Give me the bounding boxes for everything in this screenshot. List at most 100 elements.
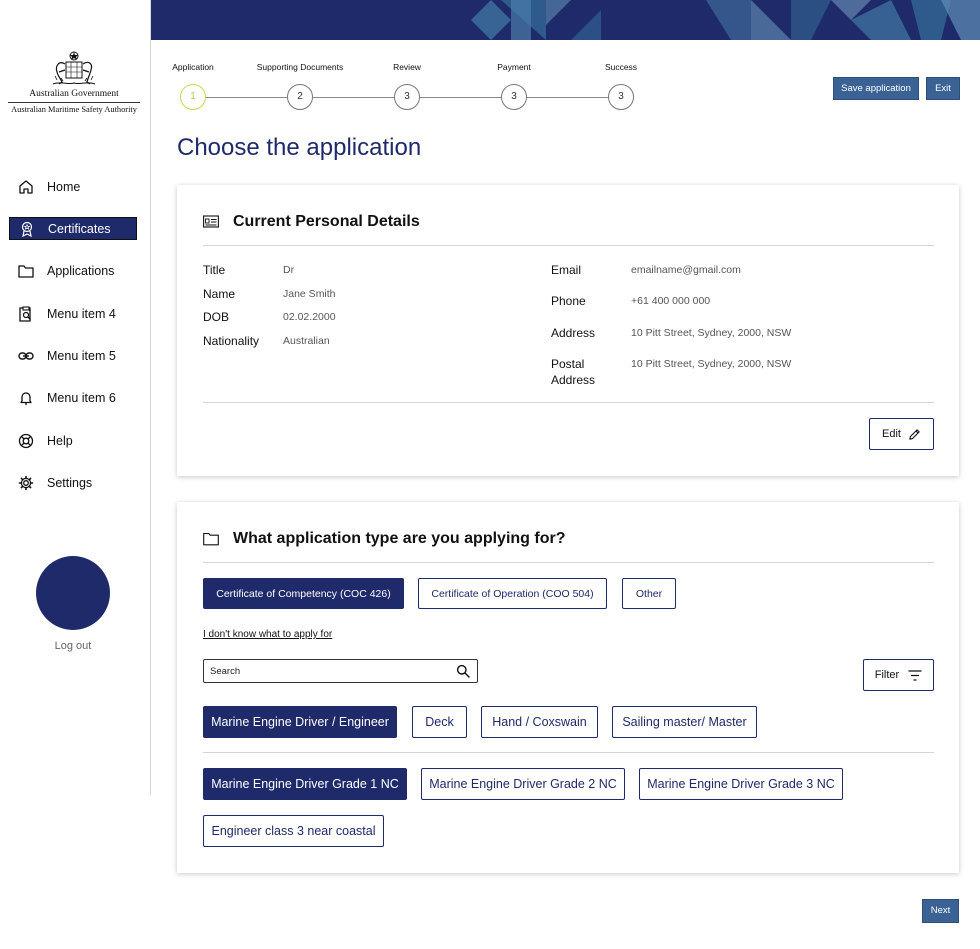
application-type-card: What application type are you applying f…: [177, 502, 959, 873]
coat-of-arms-icon: [52, 51, 96, 85]
sidebar-item-applications[interactable]: Applications: [9, 260, 137, 283]
category-sailing-master[interactable]: Sailing master/ Master: [612, 706, 757, 738]
sidebar-item-certificates[interactable]: Certificates: [9, 217, 137, 241]
sidebar-item-label: Home: [47, 179, 81, 194]
search-icon[interactable]: [456, 664, 470, 678]
logo-government-text: Australian Government: [29, 89, 119, 99]
grade-3-nc[interactable]: Marine Engine Driver Grade 3 NC: [639, 768, 843, 800]
folder-icon: [17, 262, 35, 280]
edit-button-label: Edit: [882, 428, 901, 440]
header-banner: [151, 0, 980, 40]
pencil-icon: [909, 428, 920, 440]
sidebar-item-help[interactable]: Help: [9, 429, 137, 452]
step-label: Review: [393, 62, 421, 72]
title-value: Dr: [283, 264, 295, 276]
step-number: 3: [501, 84, 527, 110]
sidebar-item-label: Applications: [47, 264, 115, 279]
sidebar-item-menu-4[interactable]: Menu item 4: [9, 302, 137, 325]
step-number: 2: [287, 84, 313, 110]
page-title: Choose the application: [177, 134, 422, 161]
grade-1-nc[interactable]: Marine Engine Driver Grade 1 NC: [203, 768, 407, 800]
step-supporting-documents[interactable]: Supporting Documents 2: [255, 60, 345, 110]
divider: [203, 245, 934, 246]
divider: [203, 752, 934, 753]
personal-details-title: Current Personal Details: [233, 213, 420, 230]
search-input[interactable]: [204, 660, 444, 682]
home-icon: [17, 178, 35, 196]
category-hand-coxswain[interactable]: Hand / Coxswain: [481, 706, 598, 738]
help-link[interactable]: I don't know what to apply for: [203, 629, 332, 640]
address-value: 10 Pitt Street, Sydney, 2000, NSW: [631, 327, 792, 339]
email-value: emailname@gmail.com: [631, 264, 741, 276]
step-number: 1: [180, 84, 206, 110]
personal-details-header: Current Personal Details: [203, 213, 420, 231]
category-deck[interactable]: Deck: [412, 706, 467, 738]
sidebar-item-settings[interactable]: Settings: [9, 472, 137, 495]
avatar[interactable]: [36, 556, 110, 630]
search-box: [203, 659, 478, 683]
exit-button[interactable]: Exit: [926, 77, 960, 100]
clipboard-search-icon: [17, 305, 35, 323]
sidebar-item-label: Settings: [47, 476, 93, 491]
step-label: Payment: [497, 62, 531, 72]
step-payment[interactable]: Payment 3: [469, 60, 559, 110]
personal-details-card: Current Personal Details Title Dr Name J…: [177, 185, 959, 476]
sidebar-item-label: Menu item 4: [47, 306, 116, 321]
title-label: Title: [203, 263, 226, 277]
type-coo-504[interactable]: Certificate of Operation (COO 504): [418, 578, 607, 609]
divider: [203, 562, 934, 563]
filter-button-label: Filter: [874, 669, 900, 681]
postal-address-label-1: Postal: [551, 357, 585, 371]
engineer-class-3[interactable]: Engineer class 3 near coastal: [203, 815, 384, 847]
sidebar-nav: Home Certificates Applications Menu item…: [9, 175, 137, 514]
filter-button[interactable]: Filter: [863, 659, 934, 691]
grade-2-nc[interactable]: Marine Engine Driver Grade 2 NC: [421, 768, 625, 800]
postal-address-label-2: Address: [551, 373, 596, 387]
sidebar-item-label: Help: [47, 433, 73, 448]
step-label: Success: [604, 62, 638, 72]
phone-value: +61 400 000 000: [631, 295, 711, 307]
divider: [203, 402, 934, 403]
filter-icon: [908, 669, 922, 681]
certificate-icon: [18, 220, 36, 238]
phone-label: Phone: [551, 294, 586, 308]
category-marine-engine-driver[interactable]: Marine Engine Driver / Engineer: [203, 706, 397, 738]
nationality-label: Nationality: [203, 334, 260, 348]
name-value: Jane Smith: [283, 288, 336, 300]
postal-address-value: 10 Pitt Street, Sydney, 2000, NSW: [631, 358, 792, 370]
gear-icon: [17, 474, 35, 492]
step-success[interactable]: Success 3: [576, 60, 666, 110]
step-review[interactable]: Review 3: [362, 60, 452, 110]
step-label: Application: [172, 62, 214, 72]
type-coc-426[interactable]: Certificate of Competency (COC 426): [203, 578, 404, 609]
lifebuoy-icon: [17, 432, 35, 450]
link-icon: [17, 347, 35, 365]
next-button[interactable]: Next: [922, 899, 959, 923]
step-application[interactable]: Application 1: [148, 60, 238, 110]
sidebar-item-label: Certificates: [48, 221, 111, 236]
edit-button[interactable]: Edit: [869, 418, 934, 450]
dob-label: DOB: [203, 310, 230, 324]
sidebar-item-menu-6[interactable]: Menu item 6: [9, 387, 137, 410]
email-label: Email: [551, 263, 582, 277]
name-label: Name: [203, 287, 236, 301]
type-other[interactable]: Other: [622, 578, 676, 609]
save-application-button[interactable]: Save application: [833, 77, 919, 100]
application-type-title: What application type are you applying f…: [233, 530, 566, 547]
amsa-logo: Australian Government Australian Maritim…: [6, 50, 142, 114]
sidebar-item-home[interactable]: Home: [9, 175, 137, 198]
sidebar: Australian Government Australian Maritim…: [0, 0, 151, 795]
progress-stepper: Application 1 Supporting Documents 2 Rev…: [165, 60, 665, 120]
bell-icon: [17, 389, 35, 407]
logo-authority-text: Australian Maritime Safety Authority: [11, 105, 137, 114]
address-label: Address: [551, 326, 596, 340]
sidebar-item-label: Menu item 5: [47, 349, 116, 364]
logout-link[interactable]: Log out: [36, 640, 110, 652]
step-number: 3: [608, 84, 634, 110]
application-type-header: What application type are you applying f…: [203, 530, 565, 548]
sidebar-item-menu-5[interactable]: Menu item 5: [9, 345, 137, 368]
id-card-icon: [203, 215, 219, 228]
step-number: 3: [394, 84, 420, 110]
step-label: Supporting Documents: [256, 62, 344, 72]
nationality-value: Australian: [283, 335, 330, 347]
